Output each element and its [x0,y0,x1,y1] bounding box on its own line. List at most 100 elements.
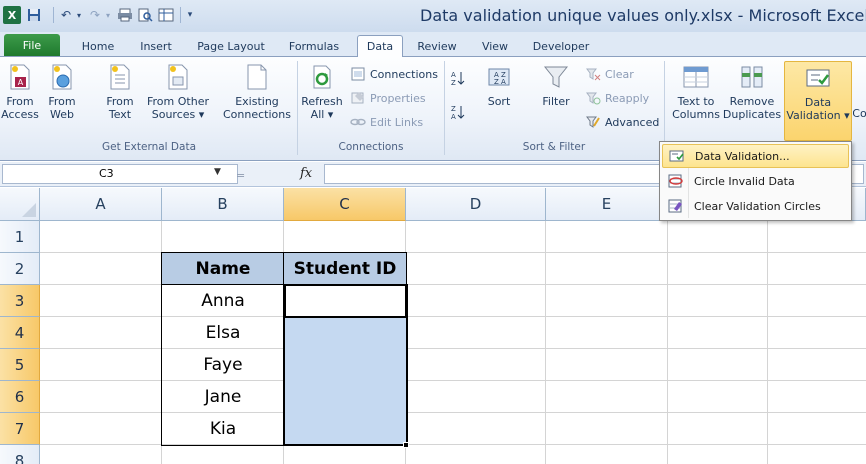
menu-item-label: Data Validation... [695,149,790,163]
undo-dropdown-icon[interactable]: ▾ [74,6,84,24]
column-header-a[interactable]: A [40,188,162,221]
data-validation-label-2: Validation ▾ [786,109,850,122]
table-row-name-cell[interactable]: Kia [162,413,284,445]
refresh-label-2: All ▾ [310,108,334,121]
undo-icon[interactable]: ↶ [58,6,74,24]
clear-button[interactable]: Clear [585,65,634,83]
row-header-8[interactable]: 8 [0,445,40,464]
redo-icon[interactable]: ↷ [87,6,103,24]
excel-logo-icon[interactable]: X [3,6,21,24]
filter-button[interactable]: Filter [536,63,576,108]
tab-developer[interactable]: Developer [526,36,596,57]
remove-duplicates-label-2: Duplicates [722,108,782,121]
from-text-label-2: Text [108,108,132,121]
column-header-e[interactable]: E [546,188,668,221]
window-title: Data validation unique values only.xlsx … [420,6,866,25]
web-page-icon [52,64,72,90]
table-header-name[interactable]: Name [162,253,284,285]
row-header-2[interactable]: 2 [0,253,40,285]
fill-handle[interactable] [403,442,409,448]
clear-filter-icon [586,68,601,81]
existing-connections-label: Existing [235,95,279,108]
from-text-button[interactable]: From Text [102,63,138,121]
save-icon[interactable] [26,6,42,24]
from-web-button[interactable]: From Web [42,63,82,121]
consolidate-button-partial[interactable]: Co [853,107,866,120]
access-database-icon: A [10,64,30,90]
name-box-dropdown-icon[interactable]: ▼ [214,167,221,177]
clear-label: Clear [605,67,634,81]
svg-text:Z: Z [451,105,456,113]
worksheet-grid: A B C D E 1 2 3 4 5 6 7 8 Name Student I… [0,188,866,464]
table-row-name-cell[interactable]: Faye [162,349,284,381]
qat-separator [53,7,54,23]
text-to-columns-button[interactable]: Text to Columns [670,63,722,121]
refresh-all-button[interactable]: Refresh All ▾ [299,63,345,121]
text-file-icon [110,64,130,90]
refresh-icon [313,65,331,89]
menu-item-clear-validation-circles[interactable]: Clear Validation Circles [662,194,849,218]
text-to-columns-label-2: Columns [672,108,720,121]
svg-text:Z: Z [451,79,456,86]
active-cell[interactable] [284,284,407,318]
tab-formulas[interactable]: Formulas [282,36,346,57]
insert-function-icon[interactable]: fx [300,166,312,181]
row-header-1[interactable]: 1 [0,221,40,253]
menu-item-data-validation[interactable]: Data Validation... [662,144,849,168]
tab-view[interactable]: View [472,36,518,57]
select-all-corner[interactable] [0,188,40,221]
existing-connections-label-2: Connections [223,108,291,121]
print-preview-icon[interactable] [136,6,154,24]
qat-separator [180,7,181,23]
freeze-panes-icon[interactable] [157,6,175,24]
row-header-7[interactable]: 7 [0,413,40,445]
row-header-6[interactable]: 6 [0,381,40,413]
quick-print-icon[interactable] [116,6,134,24]
existing-connections-button[interactable]: Existing Connections [222,63,292,121]
tab-insert[interactable]: Insert [132,36,180,57]
filter-label: Filter [542,95,570,108]
from-other-sources-button[interactable]: From Other Sources ▾ [142,63,214,121]
row-header-3[interactable]: 3 [0,285,40,317]
advanced-filter-button[interactable]: Advanced [585,113,659,131]
customize-qat-icon[interactable]: ▾ [184,6,196,24]
remove-duplicates-button[interactable]: Remove Duplicates [722,63,782,121]
selected-range[interactable] [284,317,406,445]
table-row-name-cell[interactable]: Anna [162,285,284,317]
column-header-b[interactable]: B [162,188,284,221]
data-validation-button[interactable]: Data Validation ▾ [784,61,852,141]
ribbon-tabs: File Home Insert Page Layout Formulas Da… [0,32,866,57]
edit-links-button[interactable]: Edit Links [350,113,423,131]
svg-text:A: A [451,113,456,120]
tab-file[interactable]: File [4,34,60,56]
reapply-button[interactable]: Reapply [585,89,649,107]
table-header-student-id[interactable]: Student ID [284,253,406,285]
tab-review[interactable]: Review [410,36,464,57]
column-header-c[interactable]: C [284,188,406,221]
column-header-d[interactable]: D [406,188,546,221]
tab-page-layout[interactable]: Page Layout [188,36,274,57]
sort-z-to-a-button[interactable]: ZA [450,103,470,121]
from-access-button[interactable]: A From Access [1,63,39,121]
data-validation-icon [806,69,830,87]
row-header-4[interactable]: 4 [0,317,40,349]
from-access-label-2: Access [1,108,39,121]
sort-button[interactable]: A ZZ A Sort [476,63,522,108]
table-row-name-cell[interactable]: Jane [162,381,284,413]
row-header-5[interactable]: 5 [0,349,40,381]
remove-duplicates-label: Remove [729,95,775,108]
sort-a-to-z-button[interactable]: AZ [450,69,470,87]
data-validation-label: Data [804,96,832,109]
sort-descending-icon: ZA [451,105,465,120]
table-row-name-cell[interactable]: Elsa [162,317,284,349]
from-web-label: From [48,95,76,108]
table-header-divider [161,284,407,285]
name-box[interactable]: C3 [2,164,238,184]
redo-dropdown-icon[interactable]: ▾ [103,6,113,24]
tab-home[interactable]: Home [72,36,124,57]
connections-button[interactable]: Connections [350,65,438,83]
properties-button[interactable]: Properties [350,89,426,107]
tab-data[interactable]: Data [357,35,403,57]
sort-label: Sort [487,95,511,108]
menu-item-circle-invalid-data[interactable]: Circle Invalid Data [662,169,849,193]
